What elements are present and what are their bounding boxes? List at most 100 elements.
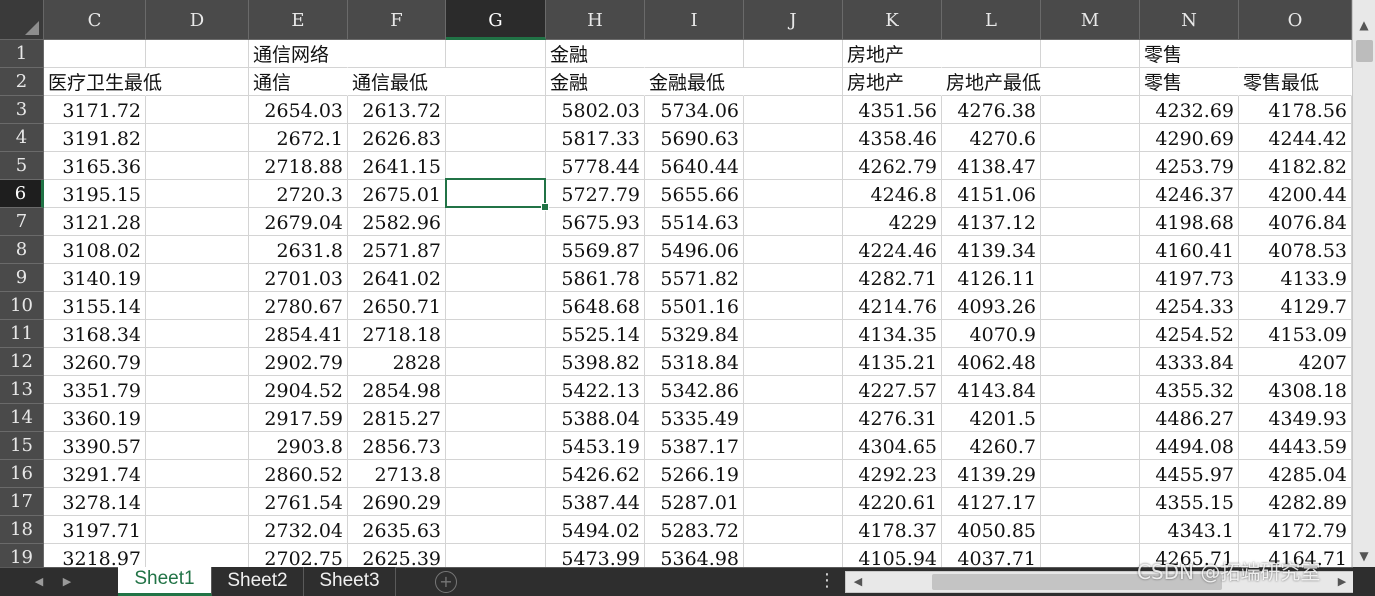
cell-k8[interactable]: 4224.46 xyxy=(843,236,942,264)
cell-e12[interactable]: 2902.79 xyxy=(249,348,348,376)
cell-m11[interactable] xyxy=(1041,320,1140,348)
cell-d13[interactable] xyxy=(146,376,249,404)
cell-k10[interactable]: 4214.76 xyxy=(843,292,942,320)
cell-g13[interactable] xyxy=(446,376,546,404)
cell-o12[interactable]: 4207 xyxy=(1239,348,1352,376)
cell-j2[interactable] xyxy=(744,68,843,96)
cell-n9[interactable]: 4197.73 xyxy=(1140,264,1239,292)
row-header-16[interactable]: 16 xyxy=(0,460,44,488)
cell-e14[interactable]: 2917.59 xyxy=(249,404,348,432)
cell-c6[interactable]: 3195.15 xyxy=(44,180,146,208)
cell-o3[interactable]: 4178.56 xyxy=(1239,96,1352,124)
cell-e10[interactable]: 2780.67 xyxy=(249,292,348,320)
cell-h2[interactable]: 金融 xyxy=(546,68,645,96)
cell-l5[interactable]: 4138.47 xyxy=(942,152,1041,180)
cell-n15[interactable]: 4494.08 xyxy=(1140,432,1239,460)
cell-l10[interactable]: 4093.26 xyxy=(942,292,1041,320)
cell-o2[interactable]: 零售最低 xyxy=(1239,68,1352,96)
row-header-3[interactable]: 3 xyxy=(0,96,44,124)
cell-k2[interactable]: 房地产 xyxy=(843,68,942,96)
vertical-scrollbar[interactable] xyxy=(1352,0,1375,567)
select-all-button[interactable] xyxy=(0,0,44,40)
cell-c12[interactable]: 3260.79 xyxy=(44,348,146,376)
cell-f13[interactable]: 2854.98 xyxy=(348,376,446,404)
cell-h10[interactable]: 5648.68 xyxy=(546,292,645,320)
cell-m16[interactable] xyxy=(1041,460,1140,488)
cell-j12[interactable] xyxy=(744,348,843,376)
cell-h4[interactable]: 5817.33 xyxy=(546,124,645,152)
cell-m5[interactable] xyxy=(1041,152,1140,180)
cell-f4[interactable]: 2626.83 xyxy=(348,124,446,152)
cell-m4[interactable] xyxy=(1041,124,1140,152)
cell-n13[interactable]: 4355.32 xyxy=(1140,376,1239,404)
cell-m13[interactable] xyxy=(1041,376,1140,404)
cell-o18[interactable]: 4172.79 xyxy=(1239,516,1352,544)
cell-l9[interactable]: 4126.11 xyxy=(942,264,1041,292)
cell-c8[interactable]: 3108.02 xyxy=(44,236,146,264)
cell-i16[interactable]: 5266.19 xyxy=(645,460,744,488)
cell-e16[interactable]: 2860.52 xyxy=(249,460,348,488)
cell-g16[interactable] xyxy=(446,460,546,488)
row-header-5[interactable]: 5 xyxy=(0,152,44,180)
cell-i13[interactable]: 5342.86 xyxy=(645,376,744,404)
cell-g1[interactable] xyxy=(446,40,546,68)
cell-m14[interactable] xyxy=(1041,404,1140,432)
column-header-f[interactable]: F xyxy=(348,0,446,40)
cell-f15[interactable]: 2856.73 xyxy=(348,432,446,460)
cell-n4[interactable]: 4290.69 xyxy=(1140,124,1239,152)
column-header-n[interactable]: N xyxy=(1140,0,1239,40)
cell-h11[interactable]: 5525.14 xyxy=(546,320,645,348)
cell-l17[interactable]: 4127.17 xyxy=(942,488,1041,516)
cell-g3[interactable] xyxy=(446,96,546,124)
cell-j17[interactable] xyxy=(744,488,843,516)
cell-o8[interactable]: 4078.53 xyxy=(1239,236,1352,264)
cell-n11[interactable]: 4254.52 xyxy=(1140,320,1239,348)
column-header-k[interactable]: K xyxy=(843,0,942,40)
scroll-up-icon[interactable]: ▲ xyxy=(1353,14,1375,36)
cell-k7[interactable]: 4229 xyxy=(843,208,942,236)
cell-k15[interactable]: 4304.65 xyxy=(843,432,942,460)
cell-m2[interactable] xyxy=(1041,68,1140,96)
cell-e11[interactable]: 2854.41 xyxy=(249,320,348,348)
cell-m9[interactable] xyxy=(1041,264,1140,292)
cell-e18[interactable]: 2732.04 xyxy=(249,516,348,544)
more-options-icon[interactable]: ⋮ xyxy=(818,569,836,593)
cell-j6[interactable] xyxy=(744,180,843,208)
cell-o16[interactable]: 4285.04 xyxy=(1239,460,1352,488)
cell-o17[interactable]: 4282.89 xyxy=(1239,488,1352,516)
cell-g11[interactable] xyxy=(446,320,546,348)
cell-n10[interactable]: 4254.33 xyxy=(1140,292,1239,320)
cell-n6[interactable]: 4246.37 xyxy=(1140,180,1239,208)
row-header-10[interactable]: 10 xyxy=(0,292,44,320)
cell-j15[interactable] xyxy=(744,432,843,460)
cell-i8[interactable]: 5496.06 xyxy=(645,236,744,264)
cell-l13[interactable]: 4143.84 xyxy=(942,376,1041,404)
cell-n14[interactable]: 4486.27 xyxy=(1140,404,1239,432)
cell-j7[interactable] xyxy=(744,208,843,236)
cell-d8[interactable] xyxy=(146,236,249,264)
cell-j14[interactable] xyxy=(744,404,843,432)
cell-e8[interactable]: 2631.8 xyxy=(249,236,348,264)
cell-d4[interactable] xyxy=(146,124,249,152)
cell-f16[interactable]: 2713.8 xyxy=(348,460,446,488)
cell-g8[interactable] xyxy=(446,236,546,264)
cell-l1[interactable] xyxy=(942,40,1041,68)
cell-h7[interactable]: 5675.93 xyxy=(546,208,645,236)
cell-d10[interactable] xyxy=(146,292,249,320)
column-header-g[interactable]: G xyxy=(446,0,546,40)
cell-d16[interactable] xyxy=(146,460,249,488)
cell-i1[interactable] xyxy=(645,40,744,68)
cell-k1[interactable]: 房地产 xyxy=(843,40,942,68)
cell-j11[interactable] xyxy=(744,320,843,348)
cell-g12[interactable] xyxy=(446,348,546,376)
column-header-d[interactable]: D xyxy=(146,0,249,40)
cell-j8[interactable] xyxy=(744,236,843,264)
cell-c4[interactable]: 3191.82 xyxy=(44,124,146,152)
cell-f7[interactable]: 2582.96 xyxy=(348,208,446,236)
cell-e6[interactable]: 2720.3 xyxy=(249,180,348,208)
cell-e5[interactable]: 2718.88 xyxy=(249,152,348,180)
cell-o10[interactable]: 4129.7 xyxy=(1239,292,1352,320)
cell-h8[interactable]: 5569.87 xyxy=(546,236,645,264)
cell-d17[interactable] xyxy=(146,488,249,516)
cell-e3[interactable]: 2654.03 xyxy=(249,96,348,124)
